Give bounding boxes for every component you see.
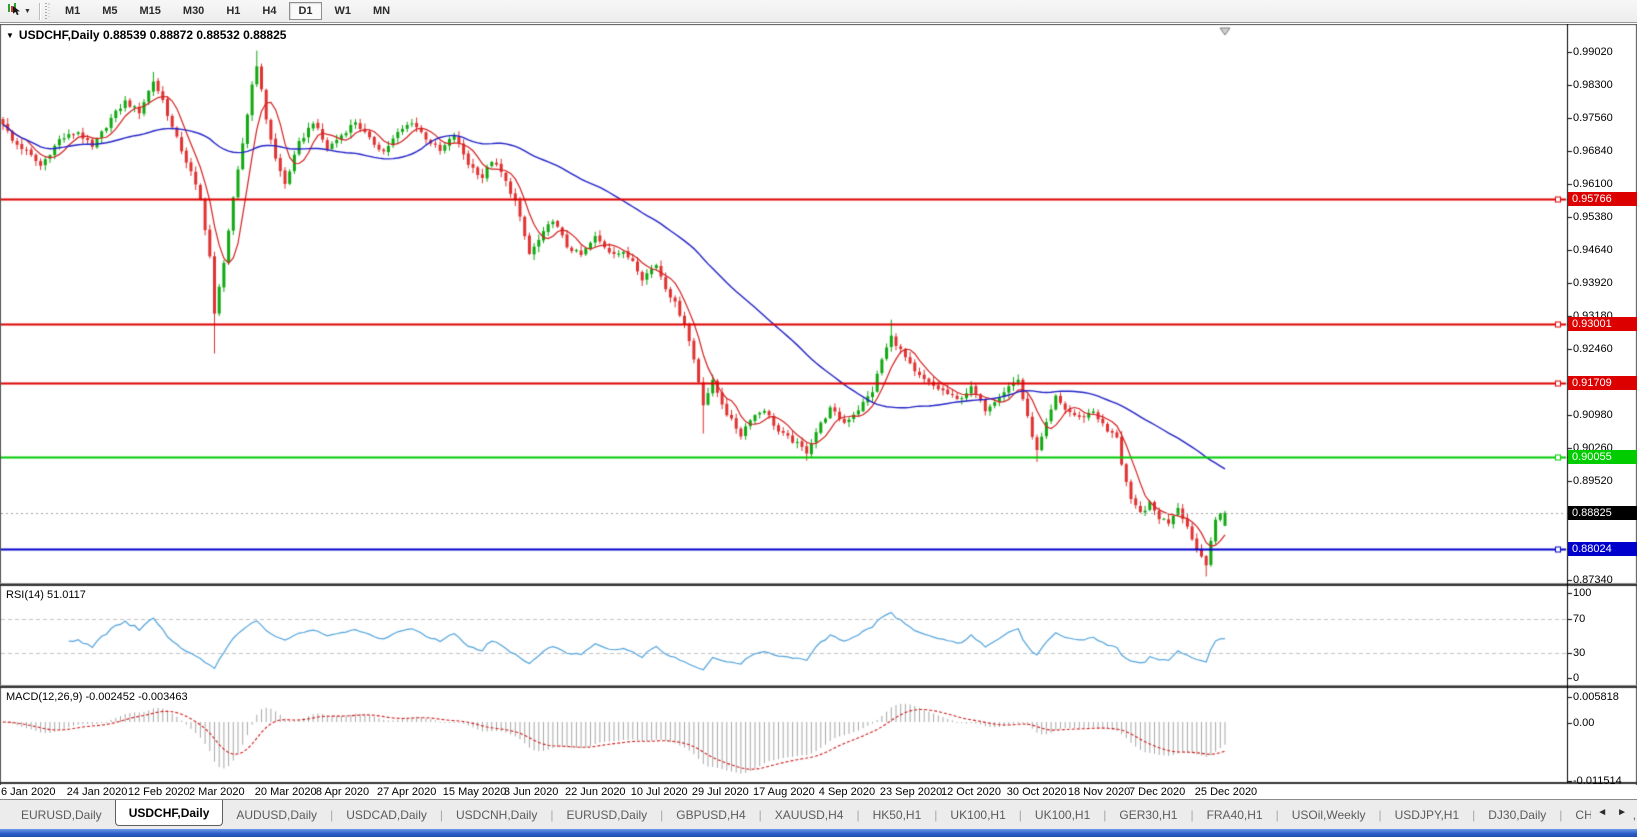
date-axis-label: 8 Apr 2020 xyxy=(315,786,370,798)
tab-scroll-arrows: ◄ ► xyxy=(1591,806,1633,819)
top-toolbar: ▼ M1 M5 M15 M30 H1 H4 D1 W1 MN xyxy=(0,0,1637,23)
timeframe-button-M5[interactable]: M5 xyxy=(93,2,126,20)
date-axis-label: 22 Jun 2020 xyxy=(565,786,626,798)
tab-USDCHF-Daily[interactable]: USDCHF,Daily xyxy=(114,800,224,826)
rsi-indicator-label: RSI(14) 51.0117 xyxy=(6,589,86,601)
date-axis-label: 24 Jan 2020 xyxy=(66,786,128,798)
date-axis-label: 10 Jul 2020 xyxy=(630,786,688,798)
tab-USDJPY-H1[interactable]: USDJPY,H1 xyxy=(1382,800,1472,829)
toolbar-separator xyxy=(38,2,40,20)
timeframe-button-M1[interactable]: M1 xyxy=(56,2,89,20)
chart-tool-dropdown-icon[interactable]: ▼ xyxy=(24,8,31,15)
price-chart-canvas[interactable] xyxy=(0,24,1637,785)
chart-window: 0.99020 0.98300 0.97560 0.96840 0.96100 0.953… xyxy=(0,24,1637,799)
tab-USDCNH-Daily[interactable]: USDCNH,Daily xyxy=(443,800,550,829)
chart-title-text: USDCHF,Daily 0.88539 0.88872 0.88532 0.8… xyxy=(18,28,287,42)
tab-DJ30-Daily[interactable]: DJ30,Daily xyxy=(1475,800,1559,829)
timeframe-button-W1[interactable]: W1 xyxy=(326,2,361,20)
tab-XAUUSD-H4[interactable]: XAUUSD,H4 xyxy=(762,800,857,829)
tab-UK100-H1[interactable]: UK100,H1 xyxy=(937,800,1018,829)
date-axis-label: 2 Mar 2020 xyxy=(189,786,245,798)
window-menu-icon[interactable]: ▼ xyxy=(6,31,14,40)
timeframe-button-M30[interactable]: M30 xyxy=(174,2,213,20)
timeframe-button-M15[interactable]: M15 xyxy=(131,2,170,20)
timeframe-buttons: M1 M5 M15 M30 H1 H4 D1 W1 MN xyxy=(54,2,401,20)
tab-scroll-left-icon[interactable]: ◄ xyxy=(1597,807,1607,818)
tab-HK50-H1[interactable]: HK50,H1 xyxy=(860,800,935,829)
chart-title: ▼ USDCHF,Daily 0.88539 0.88872 0.88532 0… xyxy=(6,28,286,42)
date-axis-label: 29 Jul 2020 xyxy=(691,786,749,798)
tab-EURUSD-Daily[interactable]: EURUSD,Daily xyxy=(553,800,660,829)
tab-scroll-right-icon[interactable]: ► xyxy=(1617,807,1627,818)
date-axis-label: 15 May 2020 xyxy=(442,786,507,798)
date-axis-label: 6 Jan 2020 xyxy=(1,786,56,798)
timeframe-button-H1[interactable]: H1 xyxy=(217,2,249,20)
date-axis-label: 20 Mar 2020 xyxy=(254,786,317,798)
date-axis-label: 23 Sep 2020 xyxy=(879,786,943,798)
tab-GER30-H1[interactable]: GER30,H1 xyxy=(1106,800,1190,829)
status-bar-strip xyxy=(0,829,1637,837)
date-axis-label: 25 Dec 2020 xyxy=(1194,786,1258,798)
tab-EURUSD-Daily[interactable]: EURUSD,Daily xyxy=(8,800,115,829)
timeframe-button-MN[interactable]: MN xyxy=(364,2,399,20)
date-axis-label: 12 Oct 2020 xyxy=(941,786,1001,798)
date-axis-label: 30 Oct 2020 xyxy=(1006,786,1067,798)
date-axis-label: 7 Dec 2020 xyxy=(1129,786,1186,798)
timeframe-button-H4[interactable]: H4 xyxy=(253,2,285,20)
date-axis-label: 27 Apr 2020 xyxy=(377,786,437,798)
date-axis-label: 4 Sep 2020 xyxy=(818,786,876,798)
chart-type-tool[interactable]: ▼ xyxy=(5,1,35,21)
date-axis-label: 18 Nov 2020 xyxy=(1067,786,1131,798)
tab-AUDUSD-Daily[interactable]: AUDUSD,Daily xyxy=(223,800,330,829)
macd-indicator-label: MACD(12,26,9) -0.002452 -0.003463 xyxy=(6,691,188,703)
tab-UK100-H1[interactable]: UK100,H1 xyxy=(1022,800,1103,829)
toolbar-grip[interactable] xyxy=(44,3,50,19)
tab-FRA40-H1[interactable]: FRA40,H1 xyxy=(1194,800,1276,829)
tab-USOil-Weekly[interactable]: USOil,Weekly xyxy=(1279,800,1379,829)
chart-tab-bar: EURUSD,Daily USDCHF,Daily AUDUSD,Daily | USD… xyxy=(0,799,1637,829)
date-axis-label: 3 Jun 2020 xyxy=(503,786,559,798)
tab-GBPUSD-H4[interactable]: GBPUSD,H4 xyxy=(663,800,758,829)
date-axis-label: 12 Feb 2020 xyxy=(127,786,190,798)
timeframe-button-D1[interactable]: D1 xyxy=(289,2,322,20)
tab-USDCAD-Daily[interactable]: USDCAD,Daily xyxy=(333,800,440,829)
date-axis-label: 17 Aug 2020 xyxy=(753,786,815,798)
chart-cursor-icon[interactable] xyxy=(7,2,22,20)
